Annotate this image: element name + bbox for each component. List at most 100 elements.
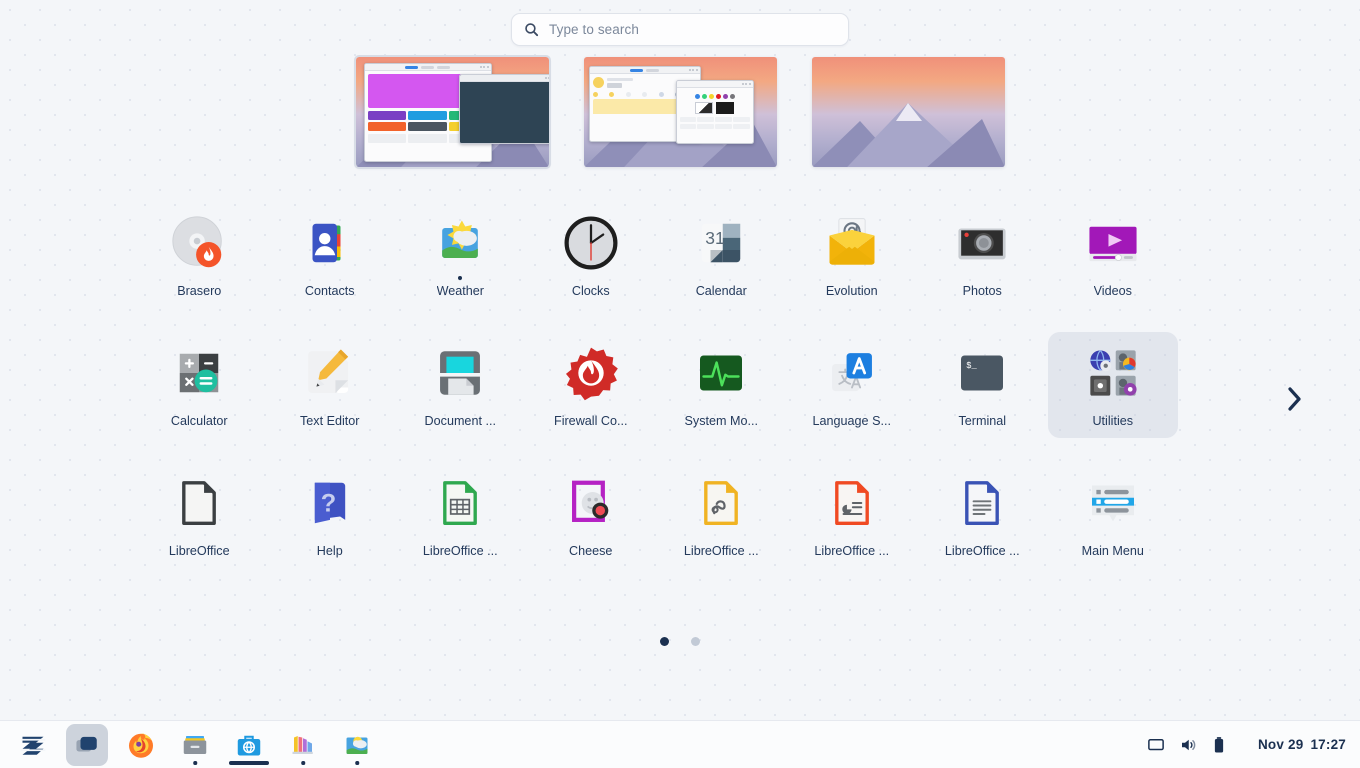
app-label: Cheese: [569, 544, 613, 558]
files-icon: [183, 735, 207, 754]
svg-text:?: ?: [320, 489, 335, 517]
svg-text:31: 31: [706, 228, 725, 248]
cheese-icon: [558, 470, 624, 536]
battery-icon[interactable]: [1211, 736, 1227, 754]
clock[interactable]: Nov 29 17:27: [1258, 737, 1346, 752]
chevron-right-icon: [1288, 387, 1301, 411]
app-weather[interactable]: Weather: [395, 202, 526, 308]
next-page-button[interactable]: [1281, 383, 1307, 415]
taskbar-activities[interactable]: [66, 723, 108, 766]
calculator-icon: [166, 340, 232, 406]
app-grid: Brasero Contacts Weather Clocks 31 Calen…: [134, 202, 1226, 568]
app-videos[interactable]: Videos: [1048, 202, 1179, 308]
palette-icon: [292, 735, 313, 754]
app-terminal[interactable]: $_ Terminal: [917, 332, 1048, 438]
app-document-scanner[interactable]: Document ...: [395, 332, 526, 438]
evolution-icon: [819, 210, 885, 276]
page-dot-1[interactable]: [660, 637, 669, 646]
running-indicator: [301, 761, 305, 765]
app-label: LibreOffice ...: [814, 544, 890, 558]
page-indicator: [0, 637, 1360, 646]
app-label: LibreOffice ...: [683, 544, 759, 558]
app-label: Clocks: [571, 284, 610, 298]
taskbar-files[interactable]: [174, 724, 216, 766]
taskbar-zorin-menu[interactable]: [12, 724, 54, 766]
search-bar-container: Type to search: [0, 13, 1360, 46]
volume-icon[interactable]: [1179, 736, 1197, 754]
app-photos[interactable]: Photos: [917, 202, 1048, 308]
calendar-icon: 31: [688, 210, 754, 276]
software-icon: [237, 735, 261, 755]
background-window: [458, 74, 549, 144]
running-indicator: [458, 276, 463, 280]
main-menu-icon: [1080, 470, 1146, 536]
libreoffice-calc-icon: [427, 470, 493, 536]
overview-icon: [76, 736, 97, 751]
app-libreoffice-writer[interactable]: LibreOffice ...: [917, 462, 1048, 568]
svg-text:$_: $_: [967, 361, 978, 371]
app-libreoffice-impress[interactable]: LibreOffice ...: [787, 462, 918, 568]
app-system-monitor[interactable]: System Mo...: [656, 332, 787, 438]
color-picker-window: [675, 80, 754, 144]
app-cheese[interactable]: Cheese: [526, 462, 657, 568]
contacts-icon: [297, 210, 363, 276]
running-indicator: [355, 761, 359, 765]
taskbar-software[interactable]: [228, 724, 270, 766]
search-input[interactable]: Type to search: [511, 13, 849, 46]
app-label: Videos: [1093, 284, 1132, 298]
workspace-thumbnail-2[interactable]: [583, 57, 777, 167]
app-main-menu[interactable]: Main Menu: [1048, 462, 1179, 568]
app-label: Utilities: [1092, 414, 1134, 428]
taskbar-firefox[interactable]: [120, 724, 162, 766]
app-label: Weather: [436, 284, 484, 298]
weather-icon: [427, 210, 493, 280]
app-label: Photos: [962, 284, 1002, 298]
app-label: Terminal: [958, 414, 1007, 428]
app-text-editor[interactable]: Text Editor: [265, 332, 396, 438]
language-selector-icon: [819, 340, 885, 406]
app-contacts[interactable]: Contacts: [265, 202, 396, 308]
text-editor-icon: [297, 340, 363, 406]
firefox-icon: [129, 732, 153, 758]
app-libreoffice-start-center[interactable]: LibreOffice: [134, 462, 265, 568]
focused-indicator: [229, 760, 269, 765]
app-grid-row: Calculator Text Editor Document ... Fire…: [134, 332, 1226, 438]
clock-time: 17:27: [1310, 737, 1346, 752]
app-label: Contacts: [304, 284, 355, 298]
page-dot-2[interactable]: [691, 637, 700, 646]
clock-date: Nov 29: [1257, 737, 1304, 752]
app-label: LibreOffice ...: [422, 544, 498, 558]
app-calculator[interactable]: Calculator: [134, 332, 265, 438]
display-icon[interactable]: [1147, 736, 1165, 754]
app-libreoffice-draw[interactable]: LibreOffice ...: [656, 462, 787, 568]
search-placeholder-text: Type to search: [549, 22, 639, 37]
app-label: Text Editor: [300, 414, 360, 428]
app-language-selector[interactable]: Language S...: [787, 332, 918, 438]
app-firewall-configuration[interactable]: Firewall Co...: [526, 332, 657, 438]
workspace-thumbnail-3[interactable]: [811, 57, 1005, 167]
app-folder-utilities[interactable]: Utilities: [1047, 332, 1178, 438]
app-calendar[interactable]: 31 Calendar: [656, 202, 787, 308]
workspace-thumbnail-1[interactable]: [353, 55, 551, 169]
app-evolution[interactable]: Evolution: [787, 202, 918, 308]
app-label: Calculator: [170, 414, 228, 428]
utilities-folder-icon: [1080, 340, 1146, 406]
app-label: LibreOffice ...: [944, 544, 1020, 558]
taskbar-color-palette[interactable]: [282, 724, 324, 766]
brasero-icon: [166, 210, 232, 276]
system-tray: Nov 29 17:27: [1140, 721, 1360, 768]
app-grid-row: LibreOffice ? Help LibreOffice ... Chees…: [134, 462, 1226, 568]
weather-icon: [346, 736, 368, 754]
libreoffice-impress-icon: [819, 470, 885, 536]
app-clocks[interactable]: Clocks: [526, 202, 657, 308]
app-help[interactable]: ? Help: [265, 462, 396, 568]
app-brasero[interactable]: Brasero: [134, 202, 265, 308]
app-label: Language S...: [812, 414, 891, 428]
app-libreoffice-calc[interactable]: LibreOffice ...: [395, 462, 526, 568]
taskbar-weather[interactable]: [336, 724, 378, 766]
app-label: Help: [316, 544, 343, 558]
terminal-icon: $_: [949, 340, 1015, 406]
app-label: Evolution: [825, 284, 878, 298]
app-label: System Mo...: [684, 414, 758, 428]
app-label: LibreOffice: [168, 544, 230, 558]
